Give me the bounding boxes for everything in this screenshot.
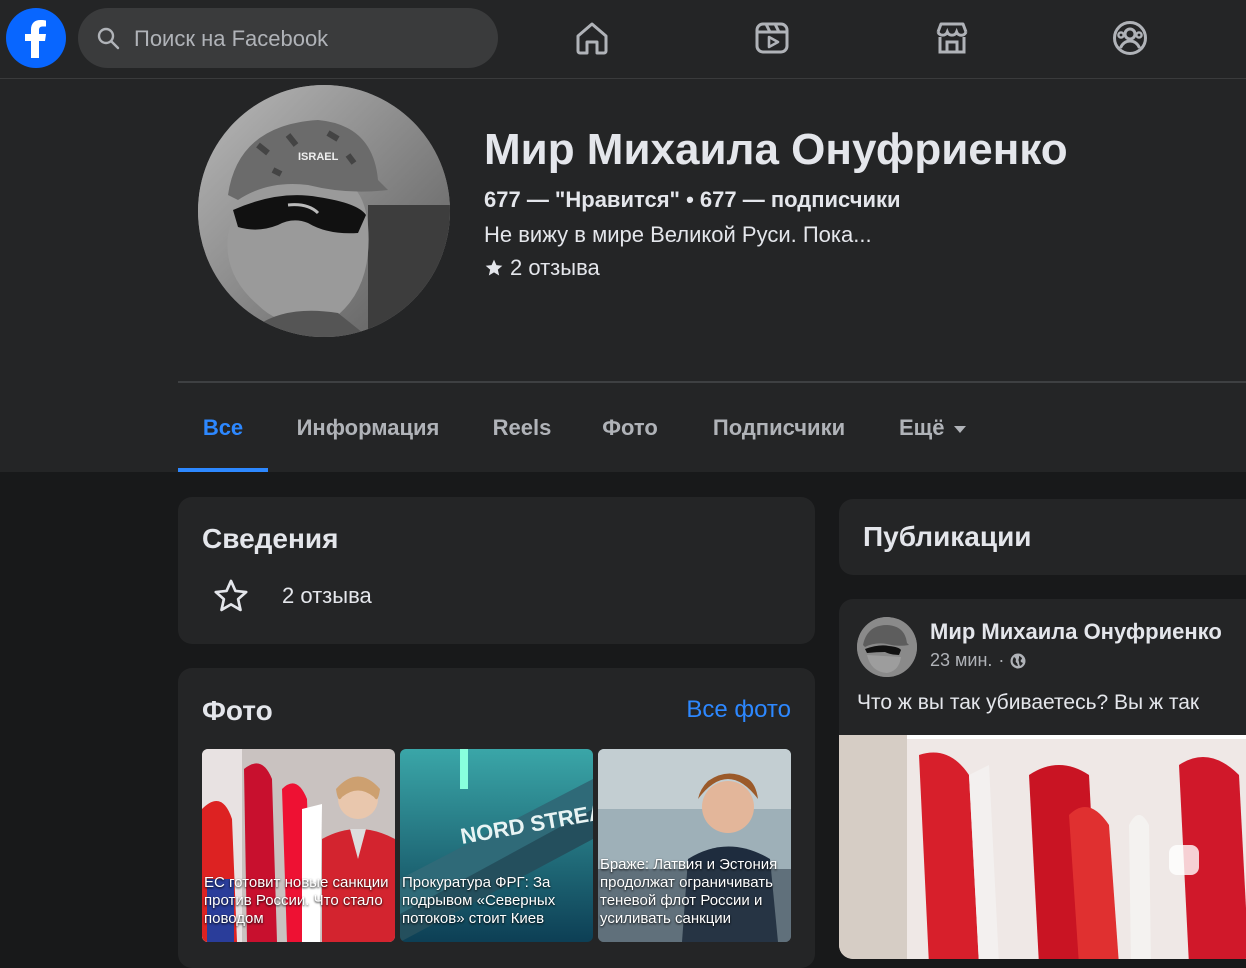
- video-icon[interactable]: [752, 18, 792, 58]
- facebook-logo-icon[interactable]: [6, 8, 66, 68]
- reviews-count: 2 отзыва: [510, 255, 600, 280]
- groups-icon[interactable]: [1110, 18, 1150, 58]
- photo-caption-3: Браже: Латвия и Эстония продолжат ограни…: [600, 856, 778, 927]
- globe-icon: [1010, 653, 1026, 668]
- profile-tabs: Все Информация Reels Фото Подписчики Ещё: [178, 383, 1246, 472]
- post-author-avatar[interactable]: [857, 617, 917, 677]
- photo-thumbnail-2[interactable]: NORD STREAM 2 Прокуратура ФРГ: За подрыв…: [400, 749, 593, 942]
- star-outline-icon: [214, 579, 248, 612]
- intro-reviews-row[interactable]: 2 отзыва: [212, 577, 372, 615]
- reviews-summary[interactable]: 2 отзыва: [484, 255, 600, 281]
- intro-card: Сведения 2 отзыва: [178, 497, 815, 644]
- see-all-photos-link[interactable]: Все фото: [686, 696, 791, 724]
- post-author-name[interactable]: Мир Михаила Онуфриенко: [930, 619, 1222, 645]
- page-title: Мир Михаила Онуфриенко: [484, 125, 1068, 174]
- caret-down-icon: [954, 425, 967, 433]
- tab-more-label: Ещё: [899, 415, 945, 440]
- post-card: Мир Михаила Онуфриенко 23 мин. · Что ж в…: [839, 599, 1246, 959]
- post-text: Что ж вы так убиваетесь? Вы ж так: [857, 691, 1200, 714]
- marketplace-icon[interactable]: [932, 18, 972, 58]
- profile-header: ISRAEL Мир Михаила Онуфриенко 677 — "Нра…: [0, 79, 1246, 472]
- svg-text:ISRAEL: ISRAEL: [298, 151, 339, 163]
- posts-title: Публикации: [863, 521, 1032, 552]
- post-time[interactable]: 23 мин.: [930, 650, 992, 671]
- tab-more[interactable]: Ещё: [899, 383, 979, 472]
- intro-title: Сведения: [202, 523, 339, 554]
- tab-photos[interactable]: Фото: [600, 383, 660, 472]
- search-box[interactable]: [78, 8, 498, 70]
- tab-all[interactable]: Все: [178, 383, 268, 472]
- photo-caption-1: ЕС готовит новые санкции против России. …: [204, 874, 389, 927]
- tab-reels[interactable]: Reels: [491, 383, 553, 472]
- posts-header-card: Публикации: [839, 499, 1246, 575]
- photo-caption-2: Прокуратура ФРГ: За подрывом «Северных п…: [402, 874, 556, 927]
- home-icon[interactable]: [572, 18, 612, 58]
- profile-avatar[interactable]: ISRAEL: [198, 85, 450, 337]
- photo-thumbnail-3[interactable]: Браже: Латвия и Эстония продолжат ограни…: [598, 749, 791, 942]
- tab-followers[interactable]: Подписчики: [707, 383, 851, 472]
- page-bio: Не вижу в мире Великой Руси. Пока...: [484, 222, 872, 247]
- star-filled-icon: [485, 259, 503, 276]
- post-meta: 23 мин. ·: [930, 650, 1026, 671]
- search-input[interactable]: [132, 8, 486, 70]
- meta-separator: ·: [998, 650, 1005, 670]
- search-icon: [97, 27, 120, 50]
- top-navigation-bar: [0, 0, 1246, 79]
- intro-reviews-text: 2 отзыва: [282, 583, 372, 608]
- post-image[interactable]: [839, 735, 1246, 959]
- photos-title: Фото: [202, 695, 273, 726]
- photos-card: Фото Все фото ЕС готовит новые санкции п…: [178, 668, 815, 968]
- tab-about[interactable]: Информация: [292, 383, 444, 472]
- likes-followers-count[interactable]: 677 — "Нравится" • 677 — подписчики: [484, 187, 901, 213]
- photo-thumbnail-1[interactable]: ЕС готовит новые санкции против России. …: [202, 749, 395, 942]
